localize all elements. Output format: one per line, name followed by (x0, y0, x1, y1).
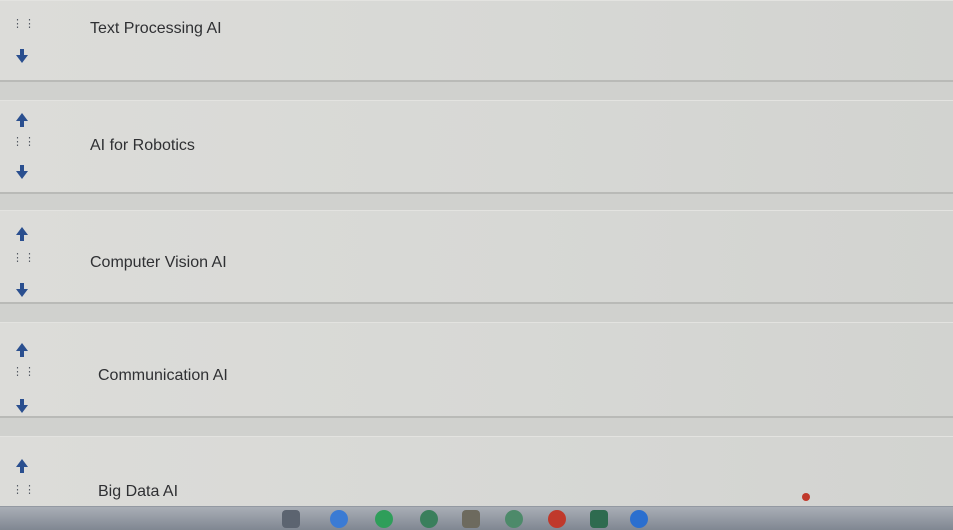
list-item: ⋮⋮ Communication AI (0, 322, 953, 418)
divider (0, 418, 953, 436)
arrow-down-icon (16, 399, 28, 413)
arrow-up-icon (16, 227, 28, 241)
list-item: ⋮⋮ Computer Vision AI (0, 210, 953, 304)
move-down-button[interactable] (10, 48, 34, 64)
taskbar (0, 493, 953, 530)
arrow-down-icon (16, 165, 28, 179)
list-item: ⋮⋮ Big Data AI (0, 436, 953, 506)
notification-dot-icon[interactable] (802, 493, 810, 501)
app-icon[interactable] (420, 510, 438, 528)
app-icon[interactable] (630, 510, 648, 528)
move-up-button[interactable] (10, 342, 34, 358)
move-down-button[interactable] (10, 398, 34, 414)
list-item: ⋮⋮ Text Processing AI (0, 0, 953, 82)
move-down-button[interactable] (10, 282, 34, 298)
arrow-up-icon (16, 459, 28, 473)
move-up-button[interactable] (10, 458, 34, 474)
move-up-button[interactable] (10, 112, 34, 128)
arrow-up-icon (16, 113, 28, 127)
task-view-icon[interactable] (282, 510, 300, 528)
list-item: ⋮⋮ AI for Robotics (0, 100, 953, 194)
move-down-button[interactable] (10, 164, 34, 180)
divider (0, 194, 953, 210)
arrow-down-icon (16, 283, 28, 297)
list-item-label: Computer Vision AI (90, 254, 227, 271)
list-item-label: AI for Robotics (90, 137, 195, 154)
app-icon[interactable] (590, 510, 608, 528)
list-item-label: Text Processing AI (90, 20, 222, 37)
app-icon[interactable] (505, 510, 523, 528)
arrow-down-icon (16, 49, 28, 63)
app-icon[interactable] (375, 510, 393, 528)
page: ⋮⋮ Text Processing AI ⋮⋮ AI for Robotics… (0, 0, 953, 530)
drag-handle-icon[interactable]: ⋮⋮ (12, 19, 35, 36)
list-item-label: Big Data AI (98, 483, 179, 500)
drag-handle-icon[interactable]: ⋮⋮ (12, 367, 35, 384)
drag-handle-icon[interactable]: ⋮⋮ (12, 485, 35, 502)
divider (0, 304, 953, 322)
app-icon[interactable] (462, 510, 480, 528)
move-up-button[interactable] (10, 226, 34, 242)
app-icon[interactable] (330, 510, 348, 528)
app-icon[interactable] (548, 510, 566, 528)
drag-handle-icon[interactable]: ⋮⋮ (12, 253, 35, 270)
drag-handle-icon[interactable]: ⋮⋮ (12, 137, 35, 154)
arrow-up-icon (16, 343, 28, 357)
speaker-icon[interactable] (672, 510, 690, 528)
divider (0, 82, 953, 100)
list-item-label: Communication AI (98, 367, 228, 384)
